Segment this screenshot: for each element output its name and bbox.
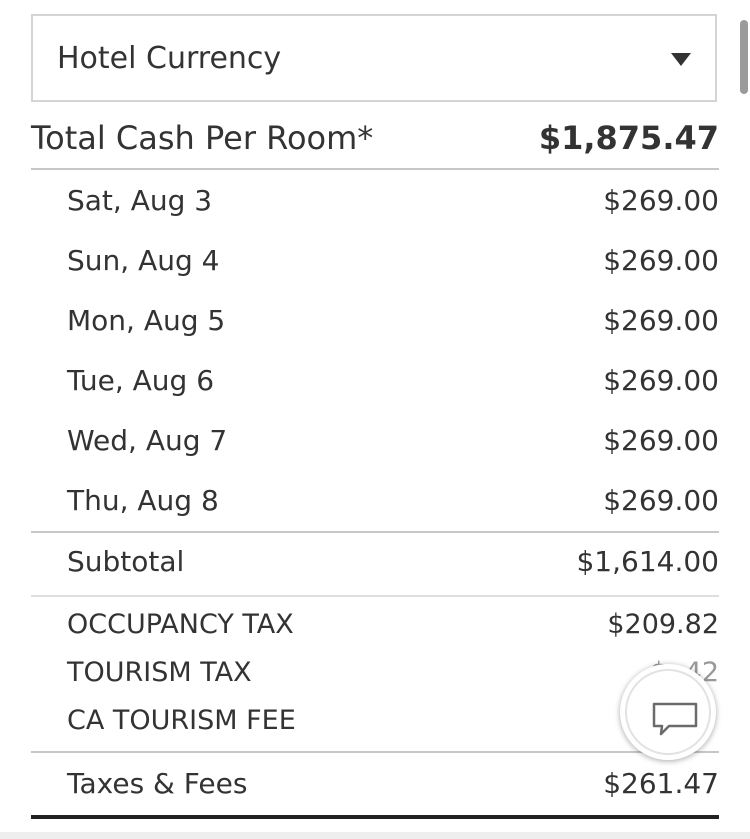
tax-row: CA TOURISM FEE (31, 696, 719, 744)
night-date: Mon, Aug 5 (67, 304, 226, 337)
scrollbar-thumb[interactable] (740, 20, 748, 94)
night-date: Wed, Aug 7 (67, 424, 228, 457)
night-row: Sat, Aug 3 $269.00 (31, 172, 719, 232)
night-row: Thu, Aug 8 $269.00 (31, 472, 719, 532)
night-date: Sun, Aug 4 (67, 244, 220, 277)
taxes-fees-label: Taxes & Fees (67, 767, 248, 800)
subtotal-label: Subtotal (67, 545, 185, 578)
taxes-fees-value: $261.47 (603, 767, 719, 800)
night-row: Wed, Aug 7 $269.00 (31, 412, 719, 472)
total-cash-row: Total Cash Per Room* $1,875.47 (31, 112, 719, 170)
subtotal-value: $1,614.00 (576, 545, 719, 578)
night-amount: $269.00 (603, 424, 719, 457)
price-breakdown-page: Hotel Currency Total Cash Per Room* $1,8… (0, 0, 750, 839)
subtotal-row: Subtotal $1,614.00 (31, 531, 719, 597)
tax-label: OCCUPANCY TAX (67, 609, 294, 640)
night-date: Tue, Aug 6 (67, 364, 215, 397)
night-row: Sun, Aug 4 $269.00 (31, 232, 719, 292)
total-cash-label: Total Cash Per Room* (31, 119, 374, 157)
chat-button[interactable] (620, 664, 716, 760)
night-amount: $269.00 (603, 244, 719, 277)
currency-select[interactable]: Hotel Currency (31, 14, 717, 102)
nightly-rates-list: Sat, Aug 3 $269.00 Sun, Aug 4 $269.00 Mo… (31, 172, 719, 532)
night-date: Sat, Aug 3 (67, 184, 213, 217)
taxes-fees-row: Taxes & Fees $261.47 (31, 751, 719, 819)
total-cash-value: $1,875.47 (538, 119, 719, 157)
tax-row: TOURISM TAX $..42 (31, 648, 719, 696)
night-row: Tue, Aug 6 $269.00 (31, 352, 719, 412)
chevron-down-icon (671, 53, 691, 66)
night-amount: $269.00 (603, 184, 719, 217)
night-amount: $269.00 (603, 484, 719, 517)
tax-label: CA TOURISM FEE (67, 705, 296, 736)
night-amount: $269.00 (603, 364, 719, 397)
chat-bubble-icon (652, 702, 698, 736)
tax-row: OCCUPANCY TAX $209.82 (31, 600, 719, 648)
night-amount: $269.00 (603, 304, 719, 337)
currency-select-value: Hotel Currency (57, 41, 282, 76)
taxes-list: OCCUPANCY TAX $209.82 TOURISM TAX $..42 … (31, 600, 719, 744)
night-row: Mon, Aug 5 $269.00 (31, 292, 719, 352)
night-date: Thu, Aug 8 (67, 484, 219, 517)
bottom-divider (0, 832, 750, 839)
tax-amount: $209.82 (607, 609, 719, 640)
chat-button-ring (625, 669, 711, 755)
tax-label: TOURISM TAX (67, 657, 252, 688)
